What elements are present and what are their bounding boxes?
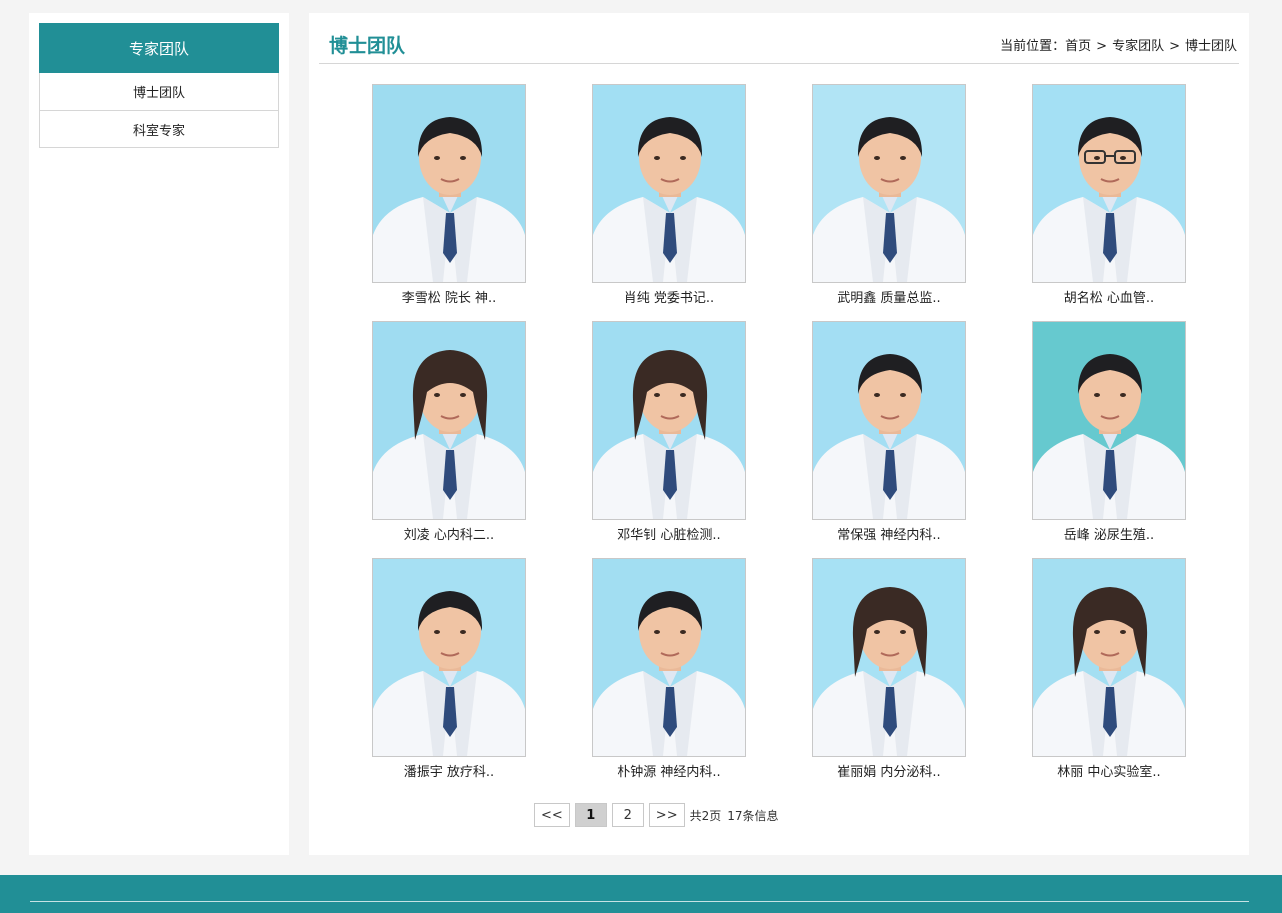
expert-caption[interactable]: 林丽 中心实验室.. — [1032, 761, 1186, 780]
expert-card[interactable]: 刘凌 心内科二.. — [372, 321, 526, 543]
expert-card[interactable]: 李雪松 院长 神.. — [372, 84, 526, 306]
page-1-button[interactable]: 1 — [574, 803, 607, 827]
breadcrumb: 当前位置：首页 > 专家团队 > 博士团队 — [1000, 35, 1237, 54]
portrait-icon — [1033, 587, 1185, 756]
portrait-icon — [813, 117, 965, 282]
expert-photo[interactable] — [592, 558, 746, 757]
expert-caption[interactable]: 潘振宇 放疗科.. — [372, 761, 526, 780]
main-content: 博士团队 当前位置：首页 > 专家团队 > 博士团队 李雪松 院长 神.. 肖纯 党委书记… — [309, 13, 1249, 855]
portrait-icon — [373, 350, 525, 519]
pagination: << 1 2 >> 共2页 17条信息 — [534, 803, 779, 827]
expert-photo[interactable] — [372, 558, 526, 757]
portrait-icon — [593, 350, 745, 519]
expert-photo[interactable] — [592, 84, 746, 283]
expert-card[interactable]: 武明鑫 质量总监.. — [812, 84, 966, 306]
expert-caption[interactable]: 常保强 神经内科.. — [812, 524, 966, 543]
expert-card[interactable]: 肖纯 党委书记.. — [592, 84, 746, 306]
total-items: 17条信息 — [727, 808, 779, 823]
breadcrumb-home-link[interactable]: 首页 — [1065, 39, 1091, 54]
prev-page-button[interactable]: << — [534, 803, 570, 827]
expert-card[interactable]: 朴钟源 神经内科.. — [592, 558, 746, 780]
sidebar-item-doctoral-team[interactable]: 博士团队 — [40, 73, 278, 110]
portrait-icon — [593, 591, 745, 756]
expert-card[interactable]: 潘振宇 放疗科.. — [372, 558, 526, 780]
portrait-icon — [593, 117, 745, 282]
expert-photo[interactable] — [372, 84, 526, 283]
pagination-info: 共2页 17条信息 — [690, 807, 779, 824]
breadcrumb-separator: > — [1169, 39, 1180, 54]
expert-photo[interactable] — [372, 321, 526, 520]
expert-photo[interactable] — [812, 321, 966, 520]
expert-card[interactable]: 岳峰 泌尿生殖.. — [1032, 321, 1186, 543]
expert-card[interactable]: 邓华钊 心脏检测.. — [592, 321, 746, 543]
expert-card[interactable]: 林丽 中心实验室.. — [1032, 558, 1186, 780]
page-title: 博士团队 — [329, 35, 406, 57]
expert-photo[interactable] — [812, 84, 966, 283]
expert-caption[interactable]: 肖纯 党委书记.. — [592, 287, 746, 306]
sidebar-menu: 博士团队 科室专家 — [39, 73, 279, 148]
breadcrumb-expert-team-link[interactable]: 专家团队 — [1112, 39, 1164, 54]
expert-photo[interactable] — [1032, 84, 1186, 283]
portrait-icon — [373, 117, 525, 282]
expert-caption[interactable]: 岳峰 泌尿生殖.. — [1032, 524, 1186, 543]
portrait-icon — [373, 591, 525, 756]
expert-caption[interactable]: 邓华钊 心脏检测.. — [592, 524, 746, 543]
sidebar-title: 专家团队 — [39, 23, 279, 73]
sidebar-item-department-experts[interactable]: 科室专家 — [40, 110, 278, 147]
expert-caption[interactable]: 胡名松 心血管.. — [1032, 287, 1186, 306]
total-pages: 共2页 — [689, 808, 722, 823]
expert-photo[interactable] — [1032, 321, 1186, 520]
expert-photo[interactable] — [592, 321, 746, 520]
expert-caption[interactable]: 朴钟源 神经内科.. — [592, 761, 746, 780]
expert-caption[interactable]: 李雪松 院长 神.. — [372, 287, 526, 306]
breadcrumb-prefix: 当前位置： — [1000, 39, 1066, 54]
expert-caption[interactable]: 武明鑫 质量总监.. — [812, 287, 966, 306]
expert-caption[interactable]: 刘凌 心内科二.. — [372, 524, 526, 543]
portrait-icon — [1033, 354, 1185, 519]
page-2-button[interactable]: 2 — [611, 803, 644, 827]
footer — [0, 875, 1282, 913]
title-divider — [319, 63, 1239, 64]
portrait-icon — [1033, 117, 1185, 282]
breadcrumb-current-link[interactable]: 博士团队 — [1185, 39, 1237, 54]
expert-card[interactable]: 常保强 神经内科.. — [812, 321, 966, 543]
expert-card[interactable]: 崔丽娟 内分泌科.. — [812, 558, 966, 780]
footer-divider — [30, 901, 1249, 902]
expert-photo[interactable] — [812, 558, 966, 757]
portrait-icon — [813, 587, 965, 756]
expert-card[interactable]: 胡名松 心血管.. — [1032, 84, 1186, 306]
next-page-button[interactable]: >> — [648, 803, 685, 827]
portrait-icon — [813, 354, 965, 519]
sidebar: 专家团队 博士团队 科室专家 — [29, 13, 289, 855]
expert-photo[interactable] — [1032, 558, 1186, 757]
breadcrumb-separator: > — [1096, 39, 1108, 54]
expert-caption[interactable]: 崔丽娟 内分泌科.. — [812, 761, 966, 780]
